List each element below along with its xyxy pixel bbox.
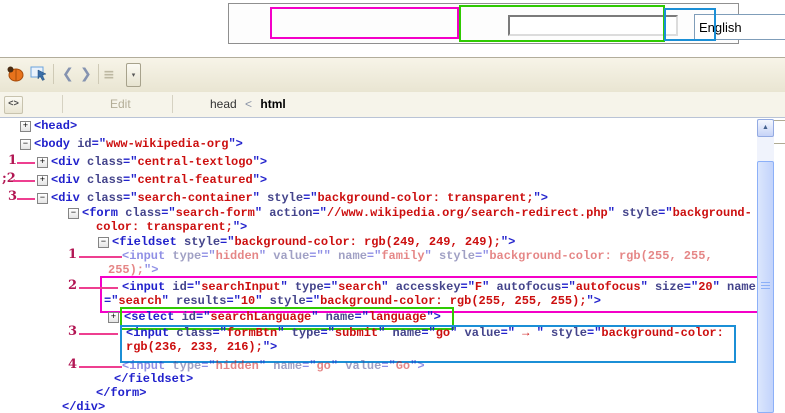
html-tree-line[interactable]: <form class="search-form" action="//www.… (82, 207, 752, 220)
html-tree-line[interactable]: <body id="www-wikipedia-org"> (34, 138, 243, 151)
annotation-number: 4 (68, 357, 78, 372)
scrollbar-thumb[interactable] (757, 161, 774, 413)
firebug-breadcrumb-bar: <> Edit head < html (0, 92, 785, 118)
annotation-line (13, 180, 35, 182)
collapse-icon[interactable]: − (98, 237, 109, 248)
expand-icon[interactable]: + (37, 157, 48, 168)
toolbar-separator (53, 64, 54, 84)
screenshot-root: English → ❮ ❯ (0, 0, 785, 413)
annotation-line (79, 287, 118, 289)
vertical-scrollbar[interactable]: ▲ (757, 119, 774, 413)
annotation-number: 3 (8, 189, 18, 204)
highlight-box-go-button (664, 8, 716, 41)
highlight-box-search-input (270, 7, 459, 39)
html-tree-line[interactable]: <input type="hidden" value="" name="fami… (122, 250, 713, 263)
separator (172, 95, 173, 113)
toolbar-separator (98, 64, 99, 84)
expand-icon[interactable]: + (37, 175, 48, 186)
annotation-line (17, 198, 35, 200)
annotation-line (17, 162, 35, 164)
collapse-icon[interactable]: − (20, 139, 31, 150)
expand-icon[interactable]: + (108, 312, 119, 323)
side-panels-icon[interactable]: <> (4, 96, 23, 114)
annotation-number: 3 (68, 324, 78, 339)
html-tree-line[interactable]: </fieldset> (114, 373, 193, 386)
firebug-toolbar: ❮ ❯ ≡ ▾ ConsoleHTML ▼CSSScriptDOMNet (0, 57, 785, 145)
dropdown-icon[interactable]: ▾ (126, 63, 141, 87)
back-icon[interactable]: ❮ (62, 66, 74, 82)
annotation-number: 2 (68, 278, 78, 293)
inspect-icon[interactable] (30, 65, 48, 87)
html-tree-line[interactable]: 255);"> (108, 264, 158, 277)
html-tree-line[interactable]: </div> (62, 401, 105, 413)
forward-icon[interactable]: ❯ (80, 66, 92, 82)
collapse-icon[interactable]: − (68, 208, 79, 219)
expand-icon[interactable]: + (20, 121, 31, 132)
annotation-line (79, 366, 122, 368)
collapse-icon[interactable]: − (37, 193, 48, 204)
html-tree-line[interactable]: <div class="central-featured"> (51, 174, 267, 187)
html-tree-line[interactable]: <input class="formBtn" type="submit" nam… (126, 327, 724, 340)
html-tree-line[interactable]: <div class="central-textlogo"> (51, 156, 267, 169)
html-tree-line[interactable]: <select id="searchLanguage" name="langua… (124, 311, 441, 324)
html-tree-line[interactable]: <div class="search-container" style="bac… (51, 192, 548, 205)
scroll-up-button[interactable]: ▲ (757, 119, 774, 137)
annotation-line (79, 256, 122, 258)
highlight-box-language-select (459, 5, 665, 42)
html-tree-line[interactable]: <input id="searchInput" type="search" ac… (122, 281, 756, 294)
html-tree-line[interactable]: <fieldset style="background-color: rgb(2… (112, 236, 515, 249)
annotation-number: 1 (68, 247, 78, 262)
html-tree-line[interactable]: rgb(236, 233, 216);"> (126, 341, 277, 354)
html-tree-line[interactable]: ="search" results="10" style="background… (104, 295, 601, 308)
breadcrumb-item-html[interactable]: html (260, 97, 285, 111)
scrollbar-grip (761, 282, 770, 290)
firebug-icon[interactable] (6, 65, 24, 87)
annotation-number: ;2 (2, 171, 16, 186)
annotation-line (79, 333, 118, 335)
menu-icon: ≡ (103, 67, 115, 83)
html-tree-panel: <head> <body id="www-wikipedia-org"> <div … (0, 118, 757, 413)
breadcrumb-separator: < (245, 97, 253, 111)
edit-button[interactable]: Edit (110, 97, 131, 111)
breadcrumb: head < html (210, 97, 286, 111)
annotation-number: 1 (8, 153, 18, 168)
html-tree-line[interactable]: <head> (34, 120, 77, 133)
breadcrumb-item-head[interactable]: head (210, 97, 237, 111)
html-tree-line[interactable]: color: transparent;"> (96, 221, 247, 234)
html-tree-line[interactable]: </form> (96, 387, 146, 400)
separator (62, 95, 63, 113)
